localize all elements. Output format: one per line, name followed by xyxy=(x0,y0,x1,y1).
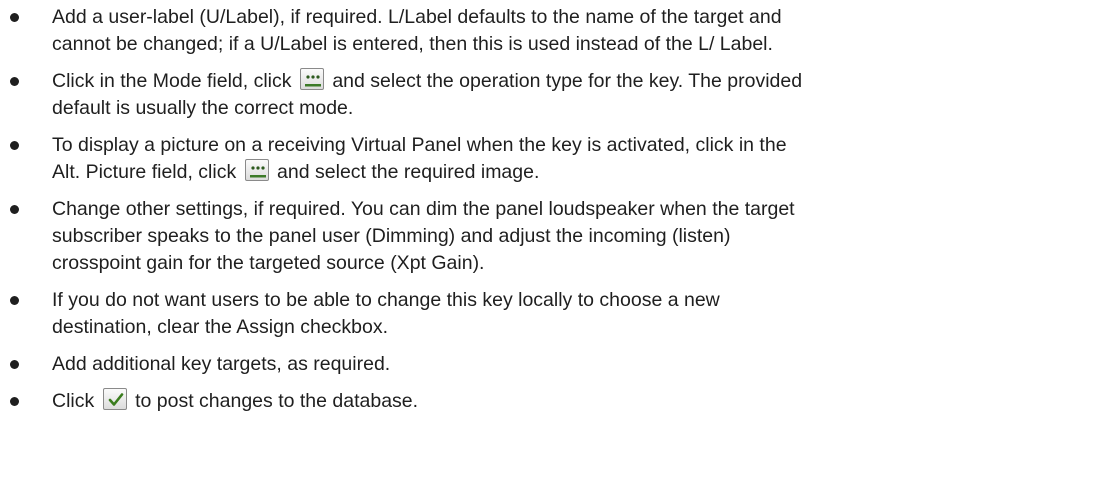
item-text-line: Add additional key targets, as required. xyxy=(52,353,391,375)
item-text-segment: Click in the Mode field, click xyxy=(52,70,297,92)
item-text-line: default is usually the correct mode. xyxy=(52,97,354,119)
list-item-mode-field: Click in the Mode field, click and selec… xyxy=(0,68,1105,122)
item-text-line: Change other settings, if required. You … xyxy=(52,198,795,220)
instruction-list: Add a user-label (U/Label), if required.… xyxy=(0,4,1105,415)
item-text-segment: Alt. Picture field, click xyxy=(52,161,242,183)
list-item-other-settings: Change other settings, if required. You … xyxy=(0,196,1105,277)
item-text-segment: and select the operation type for the ke… xyxy=(326,70,803,92)
ellipsis-button-icon xyxy=(299,68,324,90)
item-text-line: destination, clear the Assign checkbox. xyxy=(52,316,389,338)
bullet-icon xyxy=(10,360,19,369)
item-text-line: crosspoint gain for the targeted source … xyxy=(52,252,485,274)
checkmark-button-icon xyxy=(102,388,127,410)
bullet-icon xyxy=(10,13,19,22)
item-text-line: To display a picture on a receiving Virt… xyxy=(52,134,787,156)
item-text-line: cannot be changed; if a U/Label is enter… xyxy=(52,33,773,55)
list-item-additional-targets: Add additional key targets, as required. xyxy=(0,351,1105,378)
item-text-line: If you do not want users to be able to c… xyxy=(52,289,720,311)
bullet-icon xyxy=(10,397,19,406)
bullet-icon xyxy=(10,296,19,305)
item-text-segment: Click xyxy=(52,390,100,412)
item-text-segment: to post changes to the database. xyxy=(129,390,419,412)
bullet-icon xyxy=(10,205,19,214)
bullet-icon xyxy=(10,141,19,150)
list-item-alt-picture: To display a picture on a receiving Virt… xyxy=(0,132,1105,186)
item-text-line: Add a user-label (U/Label), if required.… xyxy=(52,6,782,28)
instruction-document: Add a user-label (U/Label), if required.… xyxy=(0,0,1105,497)
bullet-icon xyxy=(10,77,19,86)
list-item-user-label: Add a user-label (U/Label), if required.… xyxy=(0,4,1105,58)
item-text-segment: and select the required image. xyxy=(271,161,540,183)
item-text-line: subscriber speaks to the panel user (Dim… xyxy=(52,225,731,247)
list-item-post-changes: Click to post changes to the database. xyxy=(0,388,1105,415)
list-item-assign-checkbox: If you do not want users to be able to c… xyxy=(0,287,1105,341)
ellipsis-button-icon xyxy=(244,159,269,181)
